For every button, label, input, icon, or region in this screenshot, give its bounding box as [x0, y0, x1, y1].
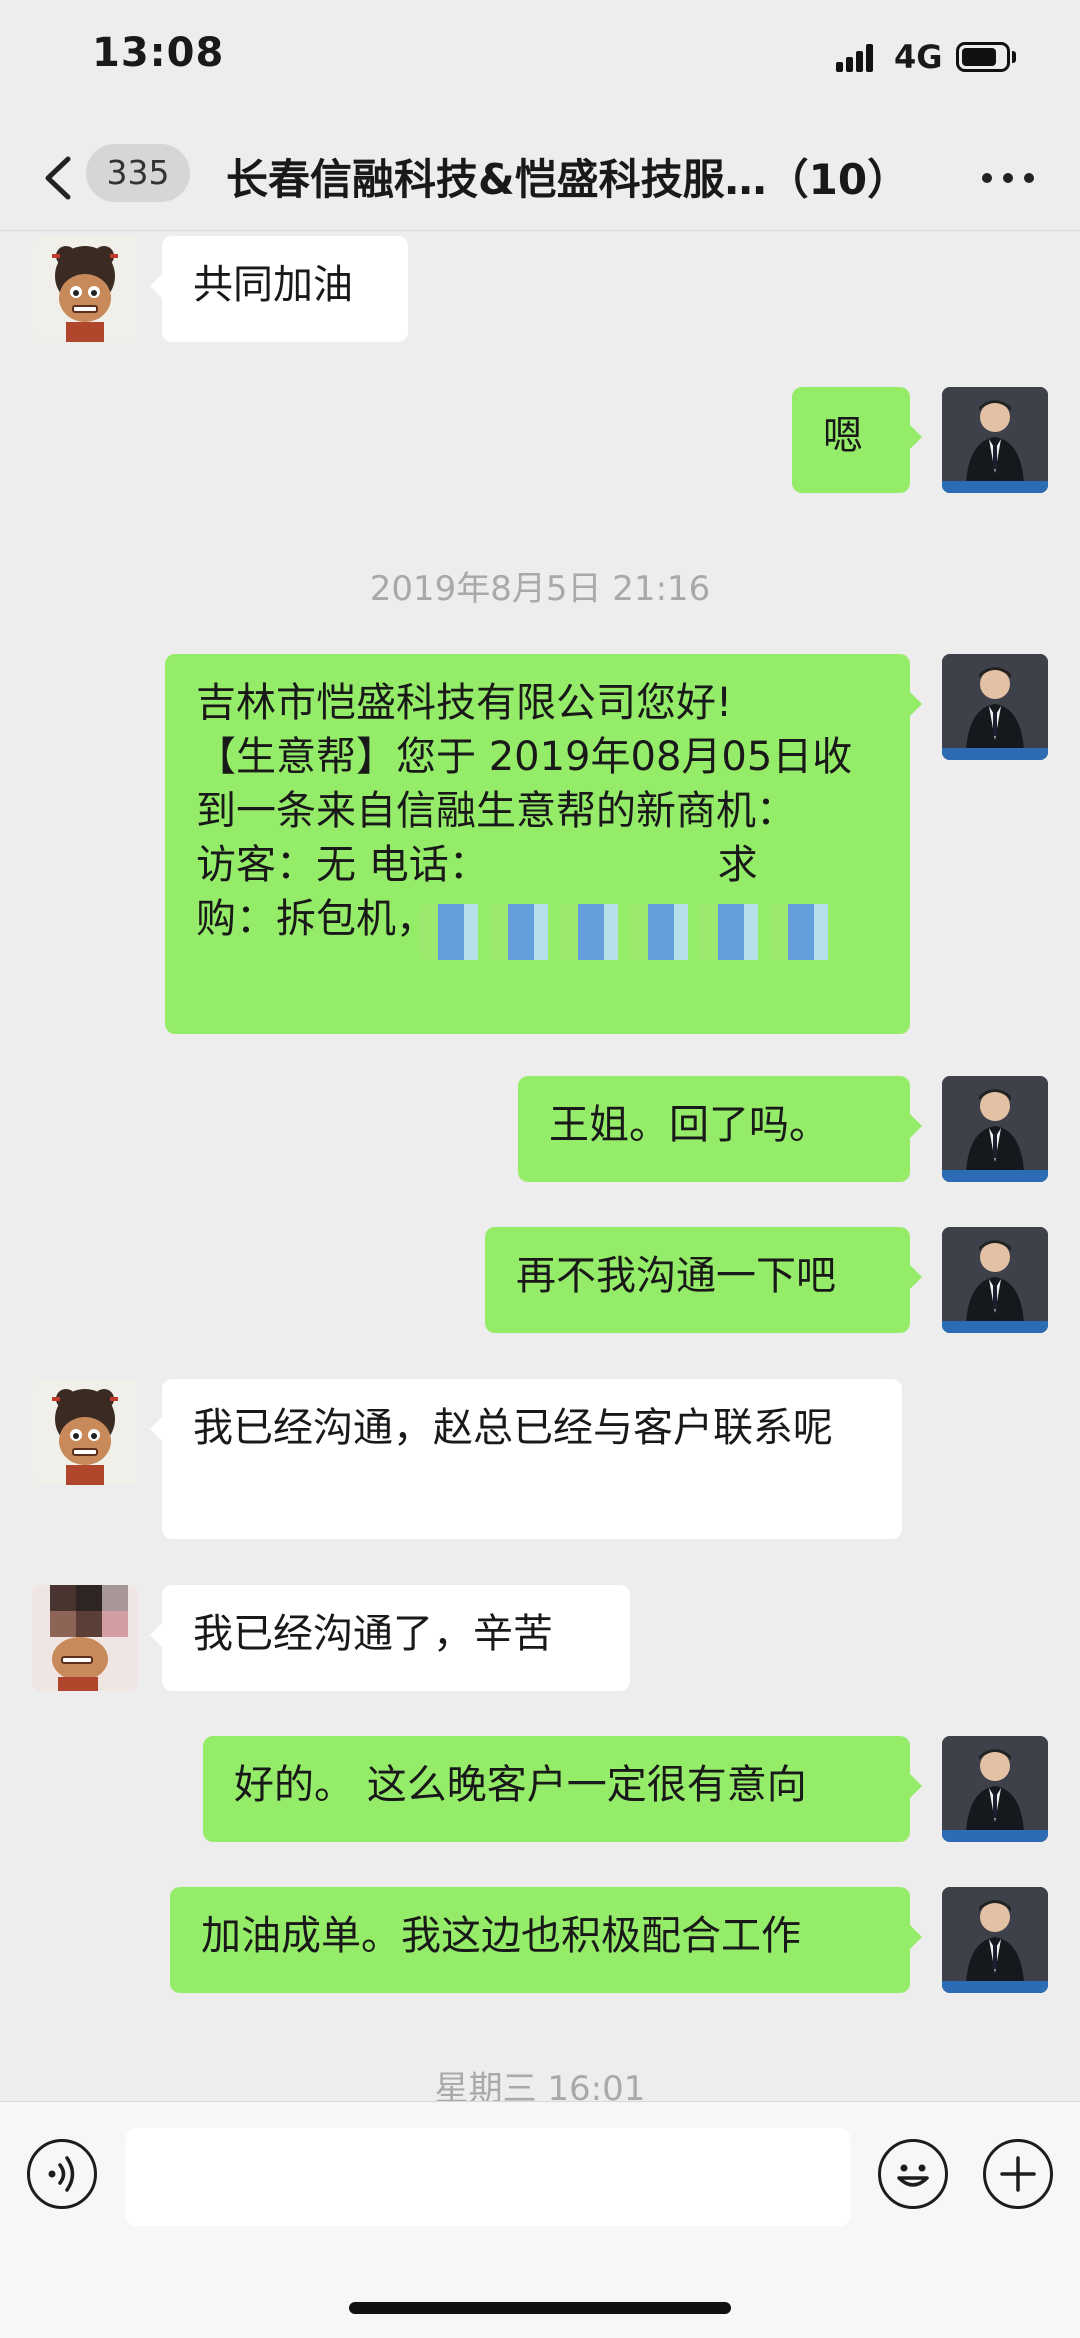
- pixelated-avatar[interactable]: [32, 1585, 138, 1691]
- emoji-icon: [897, 2164, 929, 2187]
- sent-message-bubble[interactable]: 再不我沟通一下吧: [485, 1227, 922, 1333]
- emoji-button[interactable]: [878, 2139, 948, 2209]
- sent-message-bubble[interactable]: 加油成单。我这边也积极配合工作: [170, 1887, 922, 1993]
- chat-header: 335 长春信融科技&恺盛科技服…（10）: [0, 120, 1080, 231]
- cartoon-girl-avatar[interactable]: [32, 1379, 138, 1485]
- businessman-avatar[interactable]: [942, 1887, 1048, 1993]
- message-row: 共同加油: [0, 236, 1080, 342]
- message-row: 吉林市恺盛科技有限公司您好! 【生意帮】您于 2019年08月05日收到一条来自…: [0, 654, 1080, 1034]
- time-divider: 星期三 16:01: [434, 2069, 646, 2101]
- status-time: 13:08: [92, 30, 225, 76]
- businessman-avatar[interactable]: [942, 654, 1048, 760]
- chat-title: 长春信融科技&恺盛科技服…（10）: [226, 155, 910, 204]
- chevron-left-icon: [45, 156, 71, 200]
- cartoon-girl-avatar[interactable]: [32, 236, 138, 342]
- plus-icon: [1000, 2156, 1036, 2192]
- businessman-avatar[interactable]: [942, 387, 1048, 493]
- message-row: 加油成单。我这边也积极配合工作: [0, 1887, 1080, 1993]
- sent-message-bubble[interactable]: 吉林市恺盛科技有限公司您好! 【生意帮】您于 2019年08月05日收到一条来自…: [165, 654, 922, 1034]
- more-functions-button[interactable]: [983, 2139, 1053, 2209]
- message-row: 再不我沟通一下吧: [0, 1227, 1080, 1333]
- more-options-button[interactable]: [968, 142, 1048, 212]
- time-divider: 2019年8月5日 21:16: [369, 569, 711, 609]
- battery-cap: [1012, 51, 1016, 63]
- network-type: 4G: [894, 38, 943, 76]
- battery-icon: [956, 42, 1010, 72]
- redacted-phone-blur: [420, 904, 840, 960]
- sent-message-bubble[interactable]: 好的。 这么晚客户一定很有意向: [203, 1736, 922, 1842]
- voice-icon: [48, 2156, 75, 2192]
- businessman-avatar[interactable]: [942, 1736, 1048, 1842]
- voice-input-button[interactable]: [27, 2139, 97, 2209]
- sent-message-bubble[interactable]: 嗯: [792, 387, 922, 493]
- received-message-bubble[interactable]: 我已经沟通了，辛苦: [150, 1585, 630, 1691]
- signal-icon: [836, 44, 882, 72]
- home-indicator[interactable]: [349, 2302, 731, 2314]
- message-input[interactable]: [126, 2128, 850, 2226]
- message-list[interactable]: 共同加油 嗯 2019年8月5日 21:16 吉林市恺盛科技有限公司您好! 【生…: [0, 231, 1080, 2101]
- status-bar: 13:08 4G: [0, 0, 1080, 120]
- businessman-avatar[interactable]: [942, 1227, 1048, 1333]
- message-row: 好的。 这么晚客户一定很有意向: [0, 1736, 1080, 1842]
- message-row: 王姐。回了吗。: [0, 1076, 1080, 1182]
- message-row: 我已经沟通了，辛苦: [0, 1585, 1080, 1691]
- businessman-avatar[interactable]: [942, 1076, 1048, 1182]
- sent-message-bubble[interactable]: 王姐。回了吗。: [518, 1076, 922, 1182]
- unread-count-badge[interactable]: 335: [86, 144, 190, 202]
- message-row: 嗯: [0, 387, 1080, 493]
- message-row: 我已经沟通，赵总已经与客户联系呢: [0, 1379, 1080, 1539]
- received-message-bubble[interactable]: 我已经沟通，赵总已经与客户联系呢: [150, 1379, 902, 1539]
- received-message-bubble[interactable]: 共同加油: [150, 236, 408, 342]
